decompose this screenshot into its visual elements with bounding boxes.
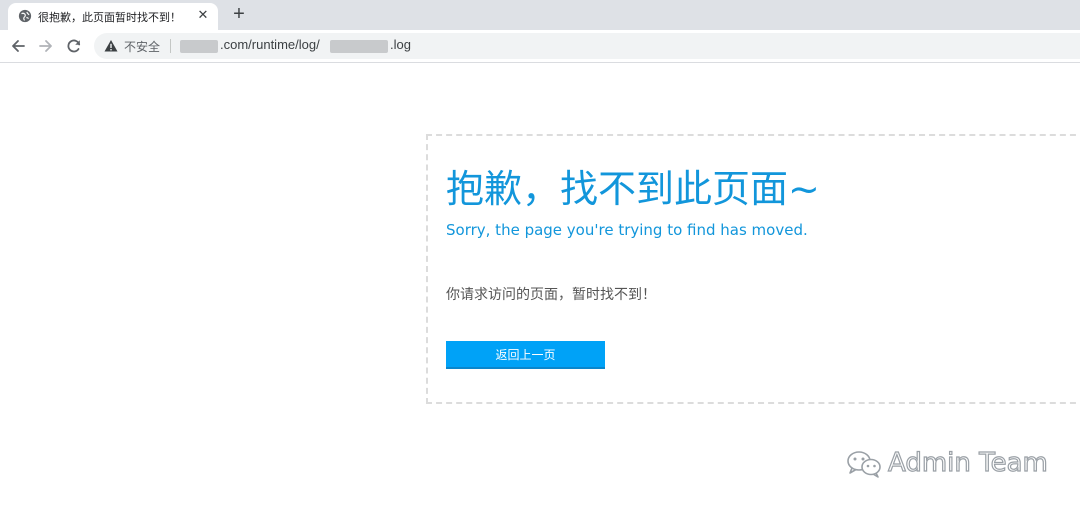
browser-tab-strip: 很抱歉，此页面暂时找不到！ ✕ +	[0, 0, 1080, 30]
not-found-panel: 抱歉，找不到此页面~ Sorry, the page you're trying…	[426, 134, 1080, 404]
arrow-right-icon[interactable]	[36, 36, 56, 56]
wechat-logo-icon	[847, 451, 881, 478]
tab-close-icon[interactable]: ✕	[194, 6, 212, 24]
new-tab-button[interactable]: +	[228, 3, 250, 25]
browser-toolbar: 不安全 .com/runtime/log/ .log	[0, 30, 1080, 63]
error-message: 你请求访问的页面，暂时找不到！	[446, 287, 656, 303]
page-title: 抱歉，找不到此页面~	[446, 167, 820, 211]
address-bar[interactable]: 不安全 .com/runtime/log/ .log	[94, 33, 1080, 59]
redacted-domain	[180, 40, 218, 53]
arrow-left-icon[interactable]	[8, 36, 28, 56]
reload-icon[interactable]	[64, 36, 84, 56]
globe-icon	[18, 9, 32, 23]
url-path: .com/runtime/log/	[220, 37, 320, 52]
url-extension: .log	[390, 37, 411, 52]
browser-tab[interactable]: 很抱歉，此页面暂时找不到！ ✕	[8, 3, 218, 30]
back-button[interactable]: 返回上一页	[446, 341, 605, 369]
watermark-text: Admin Team	[887, 447, 1048, 478]
security-status-label[interactable]: 不安全	[124, 38, 160, 55]
page-subtitle: Sorry, the page you're trying to find ha…	[446, 221, 808, 239]
warning-triangle-icon	[104, 40, 118, 52]
tab-title: 很抱歉，此页面暂时找不到！	[38, 11, 181, 24]
address-separator	[170, 39, 171, 53]
redacted-filename	[330, 40, 388, 53]
